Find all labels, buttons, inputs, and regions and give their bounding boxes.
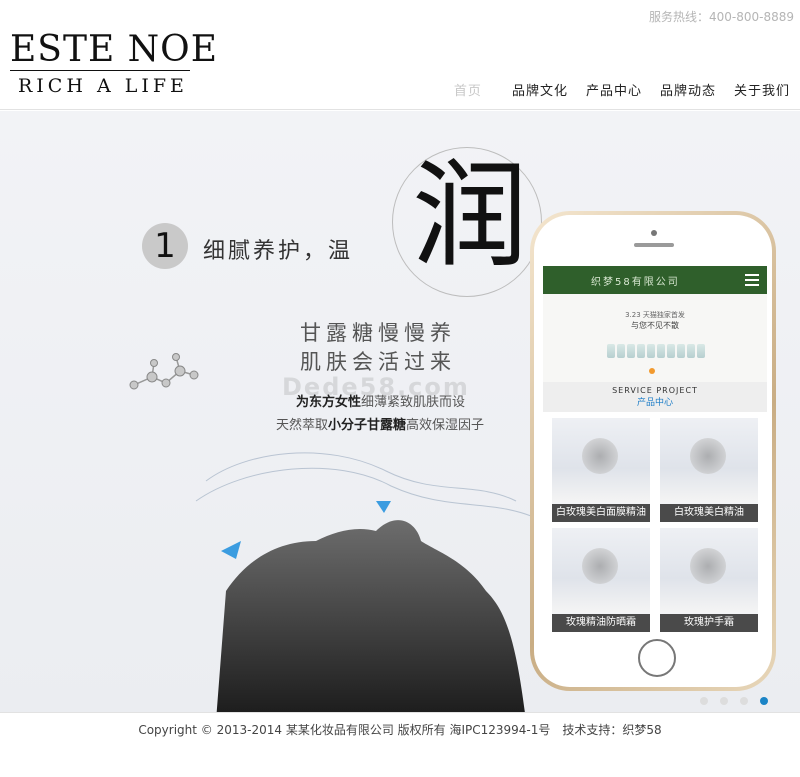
product-card[interactable]: 玫瑰护手霜 bbox=[660, 528, 758, 632]
banner-slogan-1: 甘露糖慢慢养 bbox=[300, 321, 456, 345]
copyright-text: Copyright © 2013-2014 某某化妆品有限公司 版权所有 海IP… bbox=[138, 723, 662, 737]
banner-desc-1: 为东方女性细薄紧致肌肤而设 bbox=[296, 391, 465, 410]
product-thumbnail bbox=[552, 418, 650, 502]
mobile-section-heading: SERVICE PROJECT 产品中心 bbox=[543, 382, 767, 412]
phone-camera bbox=[651, 230, 657, 236]
main-nav: 首页 品牌文化 产品中心 品牌动态 关于我们 bbox=[454, 80, 790, 99]
product-name: 白玫瑰美白面膜精油 bbox=[552, 504, 650, 522]
logo-divider bbox=[10, 70, 190, 71]
nav-item-products[interactable]: 产品中心 bbox=[586, 80, 642, 99]
mobile-slider-dot[interactable] bbox=[649, 368, 655, 374]
nav-item-home[interactable]: 首页 bbox=[454, 80, 482, 99]
service-hotline: 服务热线：400-800-8889 bbox=[648, 10, 794, 24]
banner-desc-1-strong: 为东方女性 bbox=[296, 395, 362, 410]
section-title-en: SERVICE PROJECT bbox=[612, 386, 698, 395]
banner-desc-2-post: 高效保湿因子 bbox=[406, 418, 485, 433]
molecule-icon bbox=[129, 353, 199, 390]
product-thumbnail bbox=[660, 418, 758, 502]
slider-dot-1[interactable] bbox=[700, 697, 708, 705]
phone-mockup: 织梦58有限公司 3.23 天猫独家首发 与您不见不散 SERVICE PROJ… bbox=[530, 211, 776, 691]
product-name: 白玫瑰美白精油 bbox=[660, 504, 758, 522]
nav-item-brand-news[interactable]: 品牌动态 bbox=[660, 80, 716, 99]
mobile-product-grid: 白玫瑰美白面膜精油 白玫瑰美白精油 玫瑰精油防晒霜 玫瑰护手霜 bbox=[543, 412, 767, 632]
face-illustration bbox=[195, 452, 532, 712]
page: ESTE NOE RICH A LIFE 服务热线：400-800-8889 首… bbox=[0, 0, 800, 777]
banner-big-character: 润 bbox=[412, 149, 528, 284]
mobile-banner[interactable]: 3.23 天猫独家首发 与您不见不散 bbox=[543, 294, 767, 382]
product-thumbnail bbox=[660, 528, 758, 612]
mobile-site-title[interactable]: 织梦58有限公司 bbox=[591, 273, 680, 288]
phone-screen: 织梦58有限公司 3.23 天猫独家首发 与您不见不散 SERVICE PROJ… bbox=[543, 266, 767, 632]
hamburger-menu-icon[interactable] bbox=[745, 274, 759, 286]
phone-home-button bbox=[638, 639, 676, 677]
slider-dot-4-active[interactable] bbox=[760, 697, 768, 705]
banner-desc-2-strong: 小分子甘露糖 bbox=[328, 418, 407, 433]
slider-dot-3[interactable] bbox=[740, 697, 748, 705]
slider-dots bbox=[700, 697, 768, 705]
product-thumbnail bbox=[552, 528, 650, 612]
mobile-banner-line-2: 与您不见不散 bbox=[631, 321, 679, 330]
site-header: ESTE NOE RICH A LIFE 服务热线：400-800-8889 首… bbox=[0, 0, 800, 110]
site-footer: Copyright © 2013-2014 某某化妆品有限公司 版权所有 海IP… bbox=[0, 712, 800, 777]
banner-desc-2-pre: 天然萃取 bbox=[276, 418, 329, 433]
banner-desc-1-rest: 细薄紧致肌肤而设 bbox=[361, 395, 466, 410]
mobile-banner-line-1: 3.23 天猫独家首发 bbox=[625, 311, 685, 319]
mobile-header: 织梦58有限公司 bbox=[543, 266, 767, 294]
slider-dot-2[interactable] bbox=[720, 697, 728, 705]
product-card[interactable]: 玫瑰精油防晒霜 bbox=[552, 528, 650, 632]
product-card[interactable]: 白玫瑰美白面膜精油 bbox=[552, 418, 650, 522]
product-name: 玫瑰护手霜 bbox=[660, 614, 758, 632]
product-card[interactable]: 白玫瑰美白精油 bbox=[660, 418, 758, 522]
step-number-badge: 1 bbox=[142, 223, 188, 269]
section-title-cn: 产品中心 bbox=[636, 398, 673, 408]
phone-body: 织梦58有限公司 3.23 天猫独家首发 与您不见不散 SERVICE PROJ… bbox=[534, 215, 772, 687]
phone-speaker bbox=[634, 243, 674, 247]
hero-banner[interactable]: 1 细腻养护，温 润 甘露糖慢慢养 肌肤会活过来 Dede58.com 为东方女… bbox=[0, 111, 800, 712]
product-bottles-image bbox=[607, 344, 705, 358]
logo-tagline: RICH A LIFE bbox=[18, 75, 188, 97]
nav-item-brand-culture[interactable]: 品牌文化 bbox=[512, 80, 568, 99]
banner-headline: 细腻养护，温 bbox=[203, 239, 354, 264]
logo-main[interactable]: ESTE NOE bbox=[10, 30, 218, 70]
banner-desc-2: 天然萃取小分子甘露糖高效保湿因子 bbox=[276, 414, 484, 433]
nav-item-about-us[interactable]: 关于我们 bbox=[734, 80, 790, 99]
product-name: 玫瑰精油防晒霜 bbox=[552, 614, 650, 632]
banner-slogan-2: 肌肤会活过来 bbox=[300, 350, 456, 374]
